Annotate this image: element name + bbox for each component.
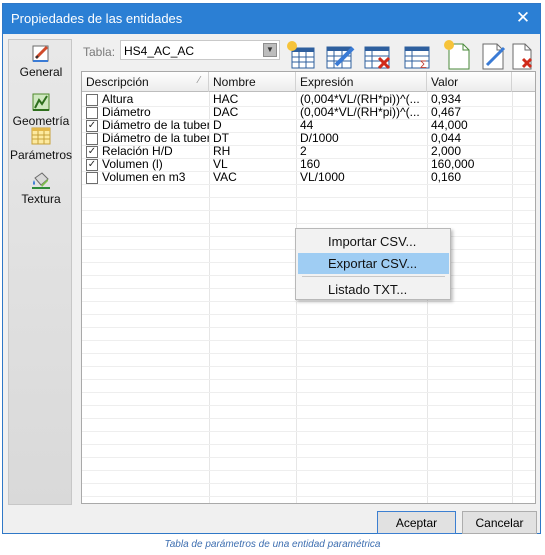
new-table-icon[interactable] bbox=[284, 39, 320, 71]
table-row[interactable]: ✓ Diámetro de la tubería D 44 44,000 bbox=[82, 119, 535, 132]
sidebar-item-general[interactable]: General bbox=[9, 42, 73, 79]
cell-expresion: (0,004*VL/(RH*pi))^(... bbox=[300, 93, 420, 106]
cell-valor: 0,160 bbox=[431, 171, 462, 184]
cell-descripcion: Volumen en m3 bbox=[82, 171, 209, 184]
sidebar-item-parameters[interactable]: Parámetros bbox=[9, 125, 73, 162]
tabla-select-value: HS4_AC_AC bbox=[124, 44, 195, 58]
accept-button[interactable]: Aceptar bbox=[377, 511, 456, 534]
sum-table-icon[interactable]: Σ bbox=[400, 39, 436, 71]
svg-text:Σ: Σ bbox=[420, 59, 427, 71]
delete-table-icon[interactable] bbox=[360, 39, 396, 71]
title-bar: Propiedades de las entidades ✕ bbox=[3, 4, 540, 34]
edit-table-icon[interactable] bbox=[322, 39, 358, 71]
chevron-down-icon[interactable]: ▼ bbox=[263, 43, 277, 57]
new-document-icon[interactable] bbox=[439, 39, 475, 71]
cell-descripcion-text: Volumen (l) bbox=[102, 158, 163, 171]
sort-indicator-icon: ⁄ bbox=[198, 75, 200, 86]
cell-nombre: RH bbox=[213, 145, 231, 158]
column-header-valor[interactable]: Valor bbox=[427, 72, 512, 92]
sidebar-item-label: General bbox=[19, 65, 63, 79]
window-title: Propiedades de las entidades bbox=[11, 11, 183, 26]
cell-nombre: HAC bbox=[213, 93, 239, 106]
row-checkbox[interactable]: ✓ bbox=[86, 120, 98, 132]
cell-descripcion-text: Diámetro bbox=[102, 106, 151, 119]
cell-valor: 0,044 bbox=[431, 132, 462, 145]
general-pencil-icon bbox=[32, 45, 49, 62]
sidebar-item-label: Textura bbox=[21, 192, 61, 206]
parameters-panel: Tabla: HS4_AC_AC ▼ Σ Descripción ⁄ Nombr… bbox=[77, 39, 536, 505]
cell-descripcion: Diámetro bbox=[82, 106, 209, 119]
cell-expresion: VL/1000 bbox=[300, 171, 345, 184]
menu-item-list-txt[interactable]: Listado TXT... bbox=[298, 279, 449, 300]
table-row[interactable]: Volumen en m3 VAC VL/1000 0,160 bbox=[82, 171, 535, 184]
cell-nombre: VL bbox=[213, 158, 228, 171]
sidebar-item-geometry[interactable]: Geometría bbox=[9, 91, 73, 128]
column-header-expresion[interactable]: Expresión bbox=[296, 72, 427, 92]
cancel-button[interactable]: Cancelar bbox=[462, 511, 537, 534]
cell-expresion: 44 bbox=[300, 119, 314, 132]
row-checkbox[interactable] bbox=[86, 133, 98, 145]
table-row[interactable]: Diámetro de la tuber... DT D/1000 0,044 bbox=[82, 132, 535, 145]
cell-descripcion: Altura bbox=[82, 93, 209, 106]
tabla-select[interactable]: HS4_AC_AC ▼ bbox=[120, 40, 280, 60]
sidebar-item-label: Parámetros bbox=[9, 148, 73, 162]
table-row[interactable]: ✓ Volumen (l) VL 160 160,000 bbox=[82, 158, 535, 171]
cell-expresion: 2 bbox=[300, 145, 307, 158]
cell-valor: 44,000 bbox=[431, 119, 468, 132]
parameters-table-icon bbox=[31, 127, 51, 145]
cell-descripcion: ✓ Diámetro de la tubería bbox=[82, 119, 209, 132]
column-header-descripcion[interactable]: Descripción ⁄ bbox=[82, 72, 209, 92]
cell-descripcion: ✓ Relación H/D bbox=[82, 145, 209, 158]
sidebar-item-texture[interactable]: Textura bbox=[9, 169, 73, 206]
cell-valor: 2,000 bbox=[431, 145, 462, 158]
cell-expresion: (0,004*VL/(RH*pi))^(... bbox=[300, 106, 420, 119]
table-row[interactable]: Diámetro DAC (0,004*VL/(RH*pi))^(... 0,467 bbox=[82, 106, 535, 119]
context-menu: Importar CSV... Exportar CSV... Listado … bbox=[295, 228, 451, 300]
cell-descripcion-text: Altura bbox=[102, 93, 134, 106]
column-header-nombre[interactable]: Nombre bbox=[209, 72, 296, 92]
cell-descripcion-text: Volumen en m3 bbox=[102, 171, 186, 184]
cell-descripcion-text: Diámetro de la tubería bbox=[102, 119, 209, 132]
table-row[interactable]: ✓ Relación H/D RH 2 2,000 bbox=[82, 145, 535, 158]
cell-descripcion-text: Diámetro de la tuber... bbox=[102, 132, 209, 145]
cell-valor: 160,000 bbox=[431, 158, 475, 171]
cell-descripcion-text: Relación H/D bbox=[102, 145, 173, 158]
texture-bucket-icon bbox=[32, 172, 50, 189]
table-row[interactable]: Altura HAC (0,004*VL/(RH*pi))^(... 0,934 bbox=[82, 93, 535, 106]
cell-expresion: D/1000 bbox=[300, 132, 339, 145]
cell-nombre: DT bbox=[213, 132, 229, 145]
cell-nombre: D bbox=[213, 119, 222, 132]
cell-descripcion: ✓ Volumen (l) bbox=[82, 158, 209, 171]
row-checkbox[interactable] bbox=[86, 94, 98, 106]
tabla-label: Tabla: bbox=[83, 45, 116, 59]
figure-caption: Tabla de parámetros de una entidad param… bbox=[164, 539, 381, 550]
sidebar: General Geometría Parámetros Textura bbox=[8, 39, 72, 505]
cell-valor: 0,467 bbox=[431, 106, 462, 119]
menu-item-import-csv[interactable]: Importar CSV... bbox=[298, 231, 449, 252]
properties-dialog: Propiedades de las entidades ✕ General G… bbox=[2, 3, 541, 534]
cell-descripcion: Diámetro de la tuber... bbox=[82, 132, 209, 145]
menu-item-export-csv[interactable]: Exportar CSV... bbox=[298, 253, 449, 274]
table-header: Descripción ⁄ Nombre Expresión Valor bbox=[82, 72, 535, 92]
row-checkbox[interactable] bbox=[86, 172, 98, 184]
cell-nombre: DAC bbox=[213, 106, 239, 119]
row-checkbox[interactable]: ✓ bbox=[86, 146, 98, 158]
cell-valor: 0,934 bbox=[431, 93, 462, 106]
edit-document-icon[interactable] bbox=[475, 39, 511, 71]
close-icon[interactable]: ✕ bbox=[512, 7, 534, 29]
menu-separator bbox=[302, 276, 445, 277]
delete-document-icon[interactable] bbox=[510, 39, 536, 71]
row-checkbox[interactable]: ✓ bbox=[86, 159, 98, 171]
cell-nombre: VAC bbox=[213, 171, 237, 184]
row-checkbox[interactable] bbox=[86, 107, 98, 119]
cell-expresion: 160 bbox=[300, 158, 321, 171]
geometry-ruler-icon bbox=[32, 93, 50, 111]
